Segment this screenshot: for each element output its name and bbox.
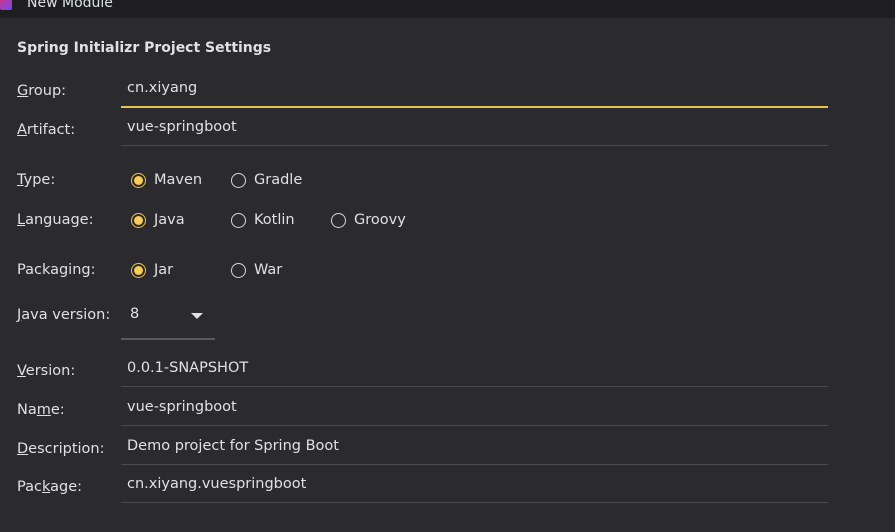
version-label: Version: bbox=[17, 363, 76, 379]
version-input[interactable]: 0.0.1-SNAPSHOT bbox=[121, 358, 828, 387]
artifact-input[interactable]: vue-springboot bbox=[121, 117, 828, 146]
description-input[interactable]: Demo project for Spring Boot bbox=[121, 436, 828, 465]
radio-war[interactable]: War bbox=[231, 262, 282, 278]
java-version-select[interactable]: 8 bbox=[121, 300, 215, 340]
title-bar: New Module bbox=[0, 0, 895, 18]
app-icon bbox=[0, 0, 12, 10]
radio-icon bbox=[231, 212, 246, 228]
package-label: Package: bbox=[17, 479, 83, 495]
radio-java[interactable]: Java bbox=[131, 212, 185, 228]
radio-icon bbox=[331, 212, 346, 228]
type-label: Type: bbox=[17, 172, 56, 188]
window-title: New Module bbox=[27, 0, 113, 11]
radio-icon bbox=[231, 262, 246, 278]
name-label: Name: bbox=[17, 402, 65, 418]
package-input[interactable]: cn.xiyang.vuespringboot bbox=[121, 474, 828, 503]
dropdown-arrow-icon bbox=[191, 313, 203, 319]
radio-selected-icon bbox=[131, 212, 146, 228]
group-input[interactable]: cn.xiyang bbox=[121, 78, 828, 108]
radio-maven[interactable]: Maven bbox=[131, 172, 202, 188]
radio-jar[interactable]: Jar bbox=[131, 262, 173, 278]
java-version-label: Java version: bbox=[17, 307, 111, 323]
description-label: Description: bbox=[17, 441, 105, 457]
artifact-label: Artifact: bbox=[17, 122, 76, 138]
radio-selected-icon bbox=[131, 262, 146, 278]
radio-groovy[interactable]: Groovy bbox=[331, 212, 406, 228]
language-label: Language: bbox=[17, 212, 94, 228]
radio-icon bbox=[231, 172, 246, 188]
packaging-label: Packaging: bbox=[17, 262, 96, 278]
radio-selected-icon bbox=[131, 172, 146, 188]
section-title: Spring Initializr Project Settings bbox=[17, 40, 272, 56]
radio-kotlin[interactable]: Kotlin bbox=[231, 212, 295, 228]
radio-gradle[interactable]: Gradle bbox=[231, 172, 302, 188]
group-label: Group: bbox=[17, 83, 67, 99]
name-input[interactable]: vue-springboot bbox=[121, 397, 828, 426]
